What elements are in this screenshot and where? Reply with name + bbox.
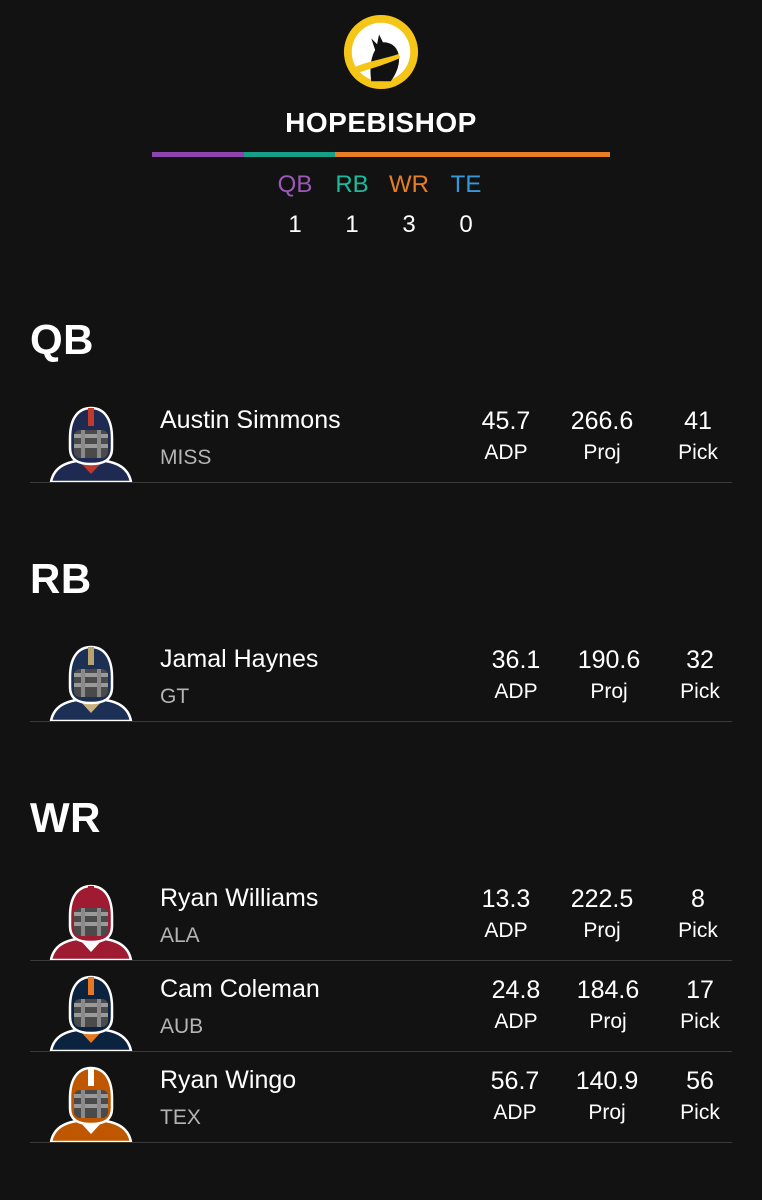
adp-stat: 56.7 ADP [470,1066,560,1126]
adp-stat: 36.1 ADP [471,645,561,705]
qb-bar-segment [152,152,244,157]
adp-label: ADP [493,1101,537,1124]
te-count-label: TE [450,171,482,198]
proj-label: Proj [588,1101,626,1124]
wr-count: WR 3 [379,168,439,240]
player-team: AUB [160,1015,204,1038]
player-team: TEX [160,1106,201,1129]
proj-value: 184.6 [576,976,640,1004]
player-avatar-icon [49,884,133,960]
pick-label: Pick [680,1010,720,1033]
player-row[interactable]: Ryan Wingo TEX 56.7 ADP 140.9 Proj 56 Pi… [30,1052,732,1143]
proj-value: 222.5 [570,885,634,913]
qb-count-label: QB [277,171,313,198]
section-title-qb: QB [30,316,94,363]
proj-value: 266.6 [570,407,634,435]
player-row[interactable]: Jamal Haynes GT 36.1 ADP 190.6 Proj 32 P… [30,631,732,722]
qb-count: QB 1 [265,168,325,240]
player-avatar-icon [49,406,133,482]
adp-value: 13.3 [481,885,531,913]
player-name: Ryan Wingo [160,1066,297,1094]
proj-stat: 140.9 Proj [562,1066,652,1126]
pick-stat: 32 Pick [655,645,745,705]
pick-value: 17 [686,976,714,1004]
wr-count-label: WR [389,171,429,198]
player-team: MISS [160,446,212,469]
section-title-wr: WR [30,794,101,841]
proj-stat: 184.6 Proj [563,975,653,1035]
adp-stat: 13.3 ADP [461,884,551,944]
adp-value: 36.1 [491,646,541,674]
pick-stat: 17 Pick [655,975,745,1035]
player-row[interactable]: Cam Coleman AUB 24.8 ADP 184.6 Proj 17 P… [30,961,732,1052]
te-count-value: 0 [459,211,473,238]
adp-stat: 45.7 ADP [461,406,551,466]
rb-bar-segment [244,152,335,157]
proj-label: Proj [589,1010,627,1033]
player-avatar-icon [49,975,133,1051]
position-distribution-bar [152,152,610,157]
proj-label: Proj [583,441,621,464]
adp-value: 56.7 [490,1067,540,1095]
adp-value: 45.7 [481,407,531,435]
wr-bar-segment [335,152,610,157]
player-name: Austin Simmons [160,406,341,434]
player-team: ALA [160,924,200,947]
pick-stat: 8 Pick [653,884,743,944]
rb-count: RB 1 [322,168,382,240]
proj-value: 140.9 [575,1067,639,1095]
team-name: HOPEBISHOP [285,107,477,138]
adp-label: ADP [494,1010,538,1033]
pick-value: 8 [691,885,705,913]
pick-label: Pick [678,919,718,942]
position-counts: QB 1 RB 1 WR 3 TE 0 [0,168,762,248]
pick-label: Pick [680,1101,720,1124]
proj-value: 190.6 [577,646,641,674]
player-row[interactable]: Ryan Williams ALA 13.3 ADP 222.5 Proj 8 … [30,870,732,961]
adp-value: 24.8 [491,976,541,1004]
player-name: Jamal Haynes [160,645,319,673]
pick-stat: 56 Pick [655,1066,745,1126]
proj-stat: 222.5 Proj [557,884,647,944]
player-name: Ryan Williams [160,884,319,912]
wr-count-value: 3 [402,211,416,238]
qb-count-value: 1 [288,211,302,238]
adp-label: ADP [484,919,528,942]
pick-label: Pick [680,680,720,703]
player-avatar-icon [49,1066,133,1142]
player-avatar-icon [49,645,133,721]
te-count: TE 0 [436,168,496,240]
player-team: GT [160,685,190,708]
adp-stat: 24.8 ADP [471,975,561,1035]
proj-stat: 190.6 Proj [564,645,654,705]
proj-label: Proj [590,680,628,703]
team-logo [343,14,419,90]
pick-value: 56 [686,1067,714,1095]
pick-label: Pick [678,441,718,464]
pick-value: 41 [684,407,712,435]
section-title-rb: RB [30,555,92,602]
pick-stat: 41 Pick [653,406,743,466]
rb-count-value: 1 [345,211,359,238]
player-row[interactable]: Austin Simmons MISS 45.7 ADP 266.6 Proj … [30,392,732,483]
rb-count-label: RB [335,171,369,198]
pick-value: 32 [686,646,714,674]
proj-stat: 266.6 Proj [557,406,647,466]
adp-label: ADP [484,441,528,464]
player-name: Cam Coleman [160,975,320,1003]
team-header: HOPEBISHOP QB 1 RB 1 WR 3 TE 0 [0,0,762,260]
adp-label: ADP [494,680,538,703]
proj-label: Proj [583,919,621,942]
